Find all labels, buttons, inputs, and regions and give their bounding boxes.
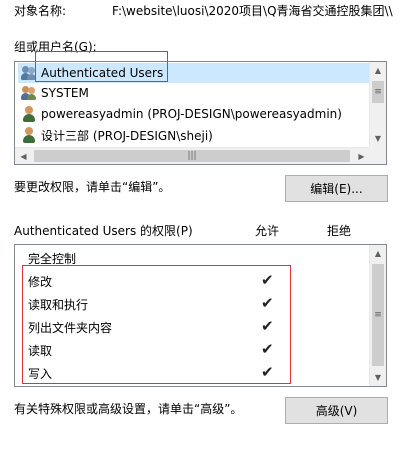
scroll-down-icon[interactable]: ▼ xyxy=(370,369,386,386)
check-icon: ✔ xyxy=(261,271,274,289)
permissions-title: Authenticated Users 的权限(P) xyxy=(14,224,193,238)
permission-row: 修改 xyxy=(28,270,52,292)
permission-name: 修改 xyxy=(28,274,53,289)
scroll-thumb[interactable]: ≡ xyxy=(372,264,384,366)
advanced-button[interactable]: 高级(V) xyxy=(285,397,388,424)
check-icon: ✔ xyxy=(261,317,274,335)
scroll-thumb[interactable]: ||| xyxy=(34,150,350,162)
list-item-system[interactable]: SYSTEM xyxy=(21,83,89,103)
permission-row: 读取 xyxy=(28,339,52,361)
user-icon xyxy=(21,106,37,122)
scroll-left-icon[interactable]: ◀ xyxy=(15,148,32,164)
users-group-icon xyxy=(21,85,37,101)
object-path: F:\website\luosi\2020项目\Q青海省交通控股集团\\ xyxy=(112,4,393,18)
object-name-label: 对象名称: xyxy=(14,4,67,18)
list-item-sheji[interactable]: 设计三部 (PROJ-DESIGN\sheji) xyxy=(21,125,213,145)
column-allow: 允许 xyxy=(255,224,280,238)
user-list-vertical-scrollbar[interactable]: ▲ ≡ ▼ xyxy=(369,62,386,148)
list-item-label: powereasyadmin (PROJ-DESIGN\powereasyadm… xyxy=(41,107,342,121)
scroll-up-icon[interactable]: ▲ xyxy=(370,245,386,262)
check-icon: ✔ xyxy=(261,363,274,381)
permission-row: 列出文件夹内容 xyxy=(28,316,112,338)
scroll-down-icon[interactable]: ▼ xyxy=(370,130,386,147)
user-list-horizontal-scrollbar[interactable]: ◀ ||| ▶ xyxy=(15,147,370,164)
scroll-thumb[interactable]: ≡ xyxy=(372,81,384,103)
group-list-label: 组或用户名(G): xyxy=(14,40,97,54)
edit-button[interactable]: 编辑(E)... xyxy=(285,175,388,202)
permission-name: 读取 xyxy=(28,343,53,358)
scrollbar-corner xyxy=(369,147,386,164)
scroll-right-icon[interactable]: ▶ xyxy=(353,148,370,164)
list-item-label: 设计三部 (PROJ-DESIGN\sheji) xyxy=(41,128,213,143)
permission-name: 列出文件夹内容 xyxy=(28,320,113,335)
list-item-label: Authenticated Users xyxy=(41,66,164,80)
permission-name: 完全控制 xyxy=(28,251,77,266)
scroll-up-icon[interactable]: ▲ xyxy=(370,62,386,79)
permission-name: 写入 xyxy=(28,366,53,381)
edit-hint: 要更改权限，请单击“编辑”。 xyxy=(14,180,171,194)
group-user-list[interactable]: Authenticated Users SYSTEM powereasyadmi… xyxy=(14,61,387,165)
permission-row: 完全控制 xyxy=(28,247,76,269)
list-item-authenticated-users[interactable]: Authenticated Users xyxy=(18,63,370,83)
users-group-icon xyxy=(21,65,37,81)
list-item-powereasyadmin[interactable]: powereasyadmin (PROJ-DESIGN\powereasyadm… xyxy=(21,104,342,124)
list-item-label: SYSTEM xyxy=(41,86,89,100)
permissions-list[interactable]: 完全控制 修改 ✔ 读取和执行 ✔ 列出文件夹内容 ✔ 读取 ✔ 写入 ✔ ▲ … xyxy=(14,244,387,387)
permission-row: 读取和执行 xyxy=(28,293,88,315)
permissions-vertical-scrollbar[interactable]: ▲ ≡ ▼ xyxy=(369,245,386,386)
permission-name: 读取和执行 xyxy=(28,297,89,312)
column-deny: 拒绝 xyxy=(327,224,352,238)
user-icon xyxy=(21,127,37,143)
permission-row: 写入 xyxy=(28,362,52,384)
check-icon: ✔ xyxy=(261,294,274,312)
check-icon: ✔ xyxy=(261,340,274,358)
advanced-hint: 有关特殊权限或高级设置，请单击“高级”。 xyxy=(14,402,243,416)
